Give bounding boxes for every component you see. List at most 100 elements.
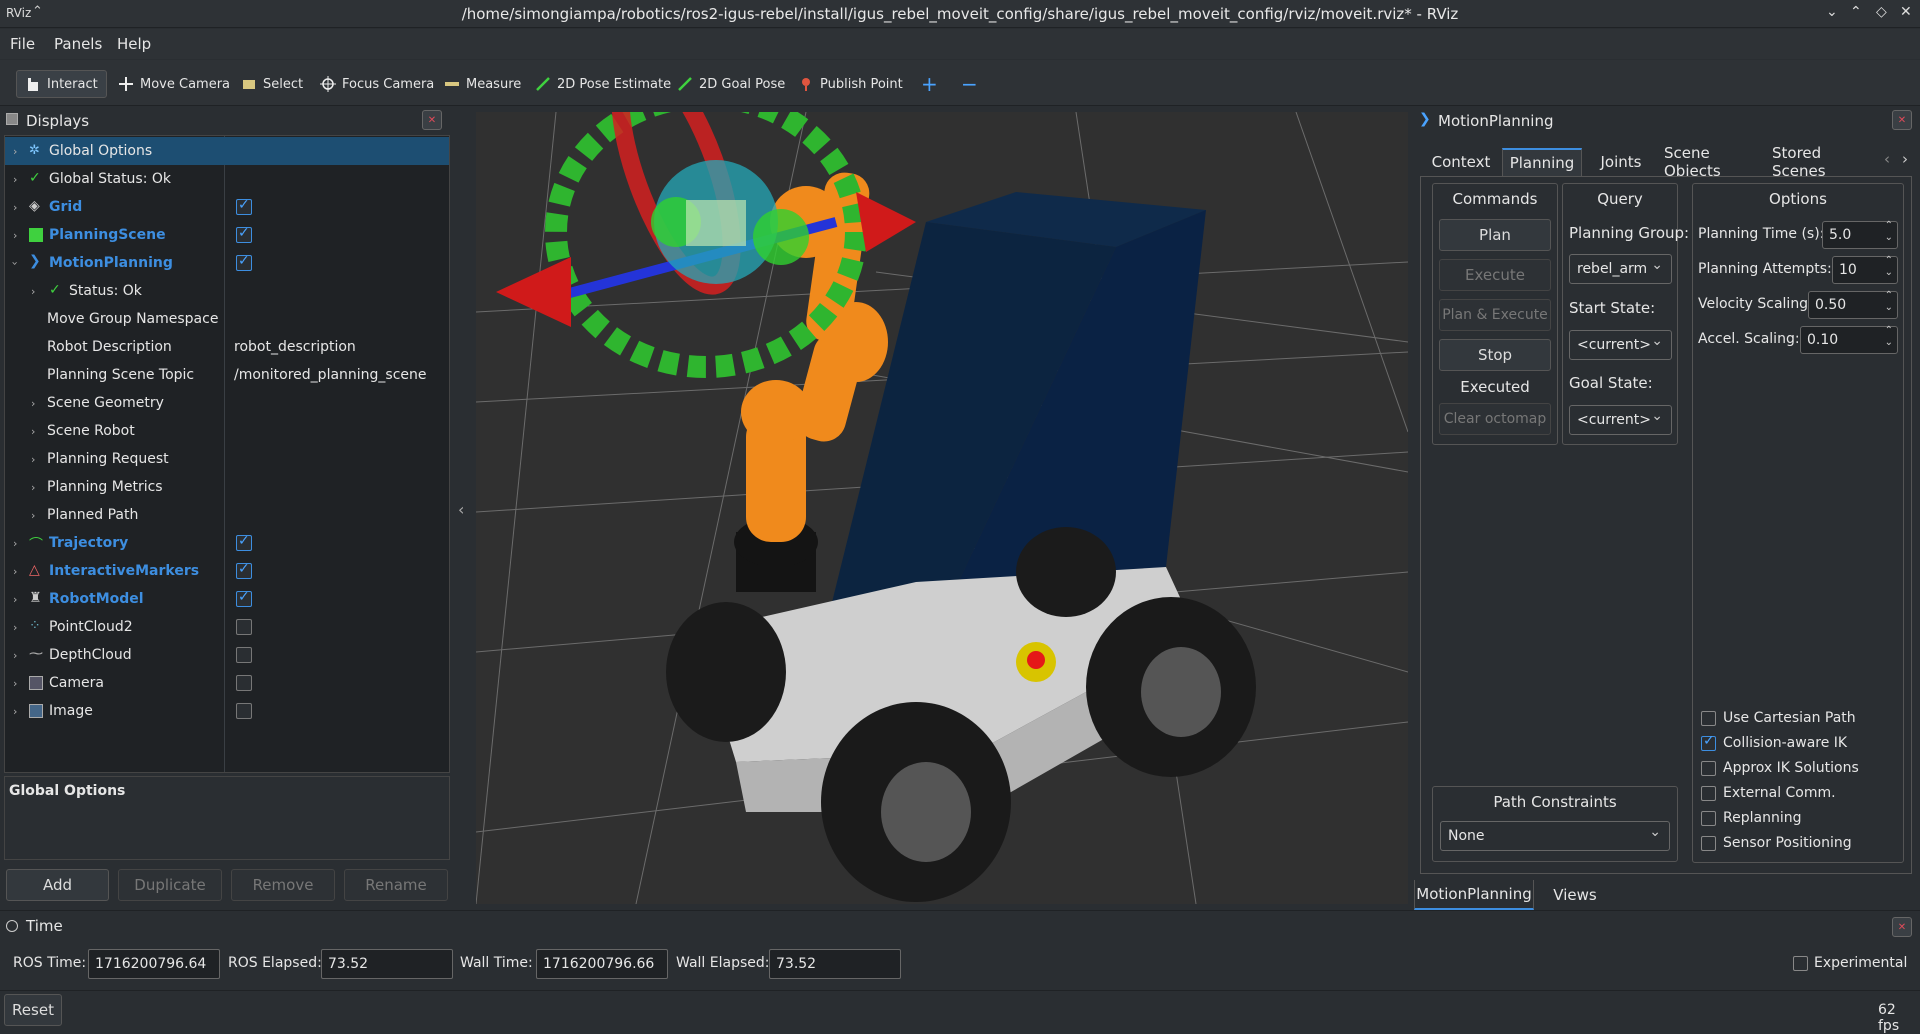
- focus-camera-tool[interactable]: Focus Camera: [312, 70, 442, 98]
- tree-row-planning-scene-topic[interactable]: Planning Scene Topic /monitored_planning…: [5, 361, 449, 389]
- tab-views-panel[interactable]: Views: [1540, 880, 1610, 910]
- chevron-right-icon: ›: [13, 172, 18, 186]
- tab-context[interactable]: Context: [1420, 148, 1502, 176]
- stop-button[interactable]: Stop: [1439, 339, 1551, 371]
- execute-button[interactable]: Execute: [1439, 259, 1551, 291]
- tree-label: Scene Robot: [47, 423, 135, 439]
- clear-octomap-button[interactable]: Clear octomap: [1439, 403, 1551, 435]
- menu-help[interactable]: Help: [117, 35, 151, 53]
- tree-value[interactable]: robot_description: [234, 339, 356, 355]
- tree-row-image[interactable]: › Image: [5, 697, 449, 725]
- tree-row-robot-description[interactable]: Robot Description robot_description: [5, 333, 449, 361]
- start-state-select[interactable]: <current>: [1569, 330, 1672, 360]
- reset-button[interactable]: Reset: [4, 994, 62, 1026]
- trajectory-checkbox[interactable]: [236, 533, 252, 551]
- wall-elapsed-field[interactable]: 73.52: [769, 949, 901, 979]
- tree-row-planning-scene[interactable]: › PlanningScene: [5, 221, 449, 249]
- tree-row-status[interactable]: › ✓ Status: Ok: [5, 277, 449, 305]
- tree-row-planned-path[interactable]: › Planned Path: [5, 501, 449, 529]
- planning-attempts-spinbox[interactable]: 10: [1832, 255, 1898, 284]
- wall-time-field[interactable]: 1716200796.66: [536, 949, 668, 979]
- tree-row-planning-metrics[interactable]: › Planning Metrics: [5, 473, 449, 501]
- minimize-icon[interactable]: ⌄: [1826, 4, 1838, 20]
- tab-joints[interactable]: Joints: [1584, 148, 1658, 176]
- remove-display-button[interactable]: Remove: [231, 869, 335, 901]
- planning-group-select[interactable]: rebel_arm: [1569, 254, 1672, 284]
- plan-button[interactable]: Plan: [1439, 219, 1551, 251]
- tab-motion-planning-panel[interactable]: MotionPlanning: [1414, 880, 1534, 910]
- tree-row-trajectory[interactable]: › ⌒ Trajectory: [5, 529, 449, 557]
- tree-row-pointcloud2[interactable]: › ⁘ PointCloud2: [5, 613, 449, 641]
- accel-scaling-spinbox[interactable]: 0.10: [1800, 325, 1898, 354]
- tree-row-planning-request[interactable]: › Planning Request: [5, 445, 449, 473]
- add-display-button[interactable]: Add: [6, 869, 109, 901]
- close-displays-button[interactable]: ✕: [422, 110, 442, 130]
- tab-scene-objects[interactable]: Scene Objects: [1664, 144, 1768, 180]
- measure-label: Measure: [466, 76, 522, 92]
- robot-model-checkbox[interactable]: [236, 589, 252, 607]
- approx-ik-checkbox[interactable]: [1701, 761, 1716, 776]
- select-tool[interactable]: Select: [233, 70, 311, 98]
- planning-time-spinbox[interactable]: 5.0: [1822, 220, 1898, 249]
- measure-tool[interactable]: Measure: [436, 70, 529, 98]
- tree-row-global-status[interactable]: › ✓ Global Status: Ok: [5, 165, 449, 193]
- collision-aware-ik-checkbox[interactable]: [1701, 733, 1716, 751]
- tree-row-depthcloud[interactable]: › ⁓ DepthCloud: [5, 641, 449, 669]
- move-camera-tool[interactable]: Move Camera: [110, 70, 238, 98]
- velocity-scaling-spinbox[interactable]: 0.50: [1808, 290, 1898, 319]
- image-checkbox[interactable]: [236, 703, 252, 719]
- tab-stored-scenes[interactable]: Stored Scenes: [1772, 144, 1876, 180]
- remove-tool-button[interactable]: −: [953, 70, 986, 98]
- tree-row-robot-model[interactable]: › ♜ RobotModel: [5, 585, 449, 613]
- goal-state-select[interactable]: <current>: [1569, 405, 1672, 435]
- restore-icon[interactable]: ◇: [1876, 4, 1887, 20]
- tree-row-camera[interactable]: › Camera: [5, 669, 449, 697]
- use-cartesian-path-checkbox[interactable]: [1701, 711, 1716, 726]
- tree-row-move-group-namespace[interactable]: Move Group Namespace: [5, 305, 449, 333]
- path-constraints-select[interactable]: None: [1440, 821, 1670, 851]
- tree-row-scene-robot[interactable]: › Scene Robot: [5, 417, 449, 445]
- ros-time-field[interactable]: 1716200796.64: [88, 949, 220, 979]
- publish-point-tool[interactable]: Publish Point: [790, 70, 911, 98]
- close-window-icon[interactable]: ✕: [1900, 4, 1912, 20]
- tree-row-scene-geometry[interactable]: › Scene Geometry: [5, 389, 449, 417]
- menu-panels[interactable]: Panels: [54, 35, 102, 53]
- interact-tool[interactable]: Interact: [16, 70, 107, 98]
- tree-value[interactable]: /monitored_planning_scene: [234, 367, 427, 383]
- duplicate-display-button[interactable]: Duplicate: [118, 869, 222, 901]
- add-tool-button[interactable]: +: [913, 70, 946, 98]
- goal-pose-tool[interactable]: 2D Goal Pose: [669, 70, 793, 98]
- interactive-markers-checkbox[interactable]: [236, 561, 252, 579]
- render-viewport[interactable]: [476, 112, 1408, 904]
- sensor-positioning-checkbox[interactable]: [1701, 836, 1716, 851]
- tree-row-motion-planning[interactable]: › ❯ MotionPlanning: [5, 249, 449, 277]
- plan-execute-button[interactable]: Plan & Execute: [1439, 299, 1551, 331]
- ros-elapsed-field[interactable]: 73.52: [321, 949, 453, 979]
- pose-estimate-tool[interactable]: 2D Pose Estimate: [527, 70, 679, 98]
- collision-aware-ik-label: Collision-aware IK: [1723, 735, 1848, 751]
- menu-file[interactable]: File: [10, 35, 35, 53]
- displays-icon: [6, 113, 18, 125]
- rename-display-button[interactable]: Rename: [344, 869, 448, 901]
- depthcloud-checkbox[interactable]: [236, 647, 252, 663]
- experimental-checkbox[interactable]: [1793, 956, 1808, 971]
- close-time-button[interactable]: ✕: [1892, 917, 1912, 937]
- pointcloud2-checkbox[interactable]: [236, 619, 252, 635]
- motion-planning-checkbox[interactable]: [236, 253, 252, 271]
- tab-scroll-right-icon[interactable]: ›: [1902, 150, 1908, 168]
- close-motion-planning-button[interactable]: ✕: [1892, 110, 1912, 130]
- grid-checkbox[interactable]: [236, 197, 252, 215]
- maximize-icon[interactable]: ⌃: [1850, 4, 1862, 20]
- tree-row-grid[interactable]: › ◈ Grid: [5, 193, 449, 221]
- tab-planning[interactable]: Planning: [1502, 148, 1582, 176]
- planning-scene-checkbox[interactable]: [236, 225, 252, 243]
- external-comm-checkbox[interactable]: [1701, 786, 1716, 801]
- tree-row-interactive-markers[interactable]: › △ InteractiveMarkers: [5, 557, 449, 585]
- crosshair-icon: [320, 76, 336, 92]
- tree-row-global-options[interactable]: › ✲ Global Options: [5, 137, 449, 165]
- tab-scroll-left-icon[interactable]: ‹: [1884, 150, 1890, 168]
- camera-checkbox[interactable]: [236, 675, 252, 691]
- collapse-left-icon[interactable]: ‹: [458, 500, 464, 519]
- replanning-checkbox[interactable]: [1701, 811, 1716, 826]
- tree-label: Robot Description: [47, 339, 172, 355]
